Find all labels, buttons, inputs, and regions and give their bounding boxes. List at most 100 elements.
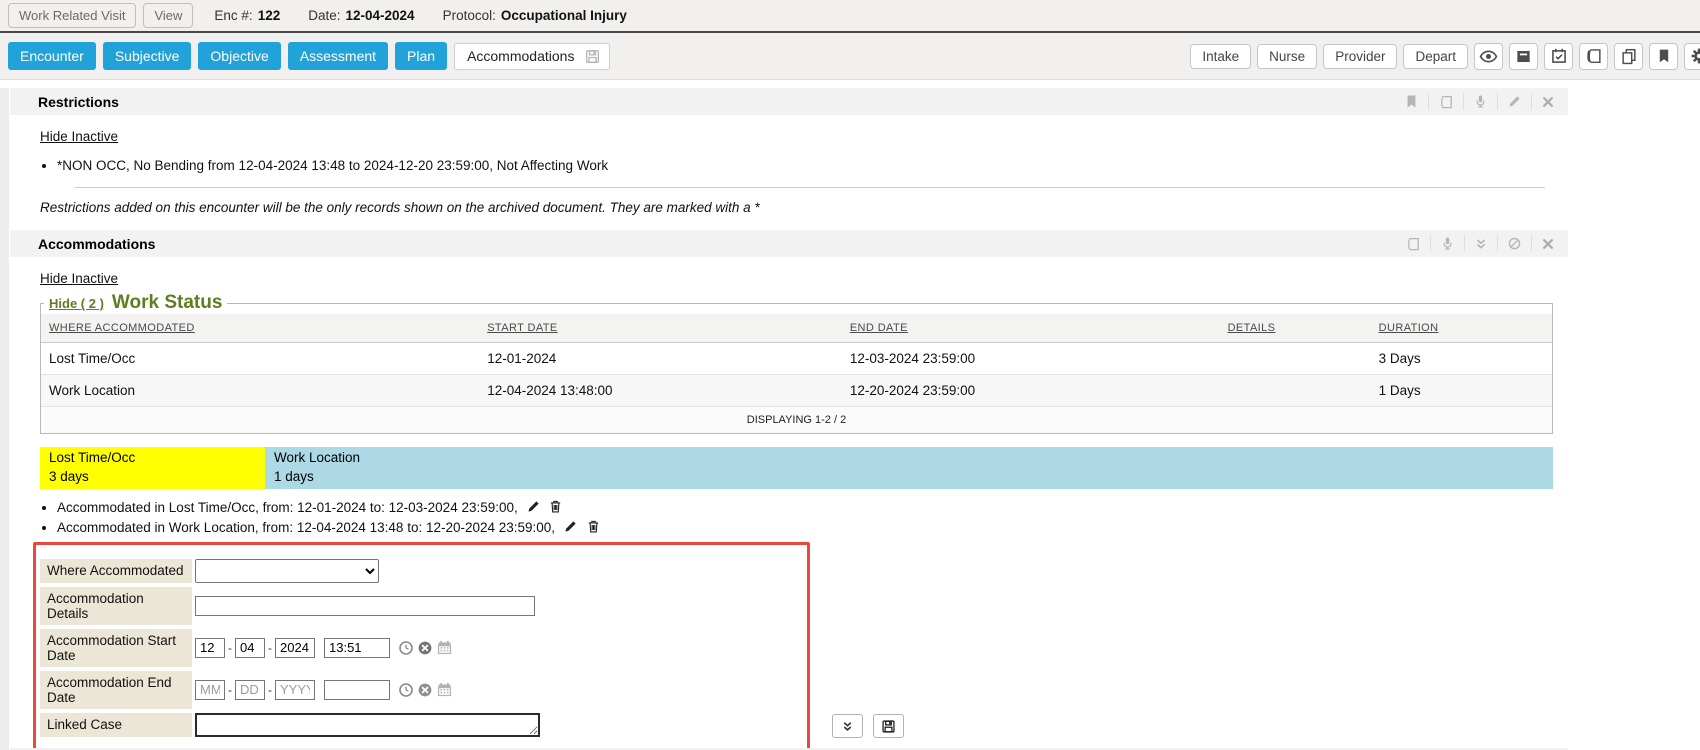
end-month-input[interactable]: [195, 680, 225, 700]
restrictions-title: Restrictions: [38, 94, 119, 110]
accommodation-details-label: Accommodation Details: [40, 587, 192, 625]
nurse-button[interactable]: Nurse: [1257, 44, 1317, 69]
tab-assessment[interactable]: Assessment: [288, 42, 388, 70]
tab-plan[interactable]: Plan: [395, 42, 447, 70]
date-separator: -: [268, 641, 272, 655]
form-row-start-date: Accommodation Start Date - -: [40, 629, 807, 667]
collapse-chevrons-icon[interactable]: [1464, 235, 1497, 252]
calendar-check-icon[interactable]: [1544, 43, 1573, 70]
table-row[interactable]: Work Location 12-04-2024 13:48:00 12-20-…: [41, 375, 1552, 407]
trash-delete-icon[interactable]: [548, 499, 563, 514]
timeline-segment-lost-time: Lost Time/Occ 3 days: [40, 447, 265, 489]
table-row[interactable]: Lost Time/Occ 12-01-2024 12-03-2024 23:5…: [41, 343, 1552, 375]
enc-date: Date:12-04-2024: [308, 8, 414, 23]
clear-circle-icon[interactable]: [417, 640, 433, 656]
restrictions-note: Restrictions added on this encounter wil…: [40, 200, 1700, 215]
start-day-input[interactable]: [235, 638, 265, 658]
start-year-input[interactable]: [275, 638, 315, 658]
tab-objective[interactable]: Objective: [198, 42, 280, 70]
linked-case-input[interactable]: [195, 713, 540, 737]
intake-button[interactable]: Intake: [1190, 44, 1251, 69]
copy-pages-icon[interactable]: [1614, 43, 1643, 70]
where-accommodated-select[interactable]: [195, 559, 379, 583]
work-status-hide-link[interactable]: Hide ( 2 ): [49, 296, 104, 311]
trash-delete-icon[interactable]: [586, 519, 601, 534]
accommodations-title: Accommodations: [38, 236, 155, 252]
col-duration[interactable]: DURATION: [1371, 314, 1552, 343]
paging-status: DISPLAYING 1-2 / 2: [41, 407, 1552, 434]
gear-icon[interactable]: [1684, 43, 1700, 70]
end-year-input[interactable]: [275, 680, 315, 700]
form-row-where: Where Accommodated: [40, 559, 807, 583]
divider: [75, 187, 1545, 188]
view-button[interactable]: View: [143, 3, 193, 28]
collapse-section-button[interactable]: [832, 714, 863, 738]
enc-number: Enc #:122: [214, 8, 280, 23]
end-day-input[interactable]: [235, 680, 265, 700]
table-cell: [1220, 343, 1371, 375]
start-month-input[interactable]: [195, 638, 225, 658]
calendar-picker-icon[interactable]: [436, 639, 453, 656]
form-row-end-date: Accommodation End Date - -: [40, 671, 807, 709]
microphone-icon[interactable]: [1430, 235, 1464, 252]
accommodation-details-input[interactable]: [195, 596, 535, 616]
list-item: Accommodated in Work Location, from: 12-…: [57, 519, 1700, 535]
close-icon[interactable]: [1531, 235, 1564, 252]
content-area: Restrictions Hide Inactive *NON OCC, No …: [0, 88, 1700, 750]
clock-icon[interactable]: [398, 682, 414, 698]
accommodations-header-icons: [1396, 230, 1564, 257]
floppy-save-icon[interactable]: [584, 48, 601, 65]
clock-icon[interactable]: [398, 640, 414, 656]
book-icon[interactable]: [1396, 235, 1430, 252]
table-cell: [1220, 375, 1371, 407]
archive-box-icon[interactable]: [1509, 43, 1538, 70]
start-time-input[interactable]: [324, 638, 390, 658]
end-date-label: Accommodation End Date: [40, 671, 192, 709]
table-cell: 12-01-2024: [479, 343, 842, 375]
restrictions-header-icons: [1395, 88, 1564, 115]
tab-subjective[interactable]: Subjective: [103, 42, 192, 70]
table-cell: 12-03-2024 23:59:00: [842, 343, 1220, 375]
eye-icon[interactable]: [1474, 43, 1503, 70]
table-footer-row: DISPLAYING 1-2 / 2: [41, 407, 1552, 434]
soap-tabs: Encounter Subjective Objective Assessmen…: [8, 42, 610, 70]
encounter-header-bar: Work Related Visit View Enc #:122 Date:1…: [0, 0, 1700, 33]
save-section-button[interactable]: [873, 714, 904, 738]
restrictions-section-header: Restrictions: [10, 88, 1568, 115]
book-icon[interactable]: [1579, 43, 1608, 70]
col-start-date[interactable]: START DATE: [479, 314, 842, 343]
pencil-edit-icon[interactable]: [563, 519, 578, 534]
restrictions-hide-inactive-link[interactable]: Hide Inactive: [40, 129, 118, 144]
calendar-picker-icon[interactable]: [436, 681, 453, 698]
col-details[interactable]: DETAILS: [1220, 314, 1371, 343]
tab-encounter[interactable]: Encounter: [8, 42, 96, 70]
bookmark-icon[interactable]: [1649, 43, 1678, 70]
bookmark-icon[interactable]: [1395, 93, 1428, 110]
work-status-table: WHERE ACCOMMODATED START DATE END DATE D…: [41, 314, 1552, 433]
accommodations-hide-inactive-link[interactable]: Hide Inactive: [40, 271, 118, 286]
end-time-input[interactable]: [324, 680, 390, 700]
close-icon[interactable]: [1531, 93, 1564, 110]
left-gutter: [0, 88, 9, 750]
start-date-label: Accommodation Start Date: [40, 629, 192, 667]
tab-accommodations-active[interactable]: Accommodations: [454, 43, 610, 70]
clear-circle-icon[interactable]: [417, 682, 433, 698]
accommodation-timeline: Lost Time/Occ 3 days Work Location 1 day…: [40, 447, 1553, 489]
table-cell: 12-04-2024 13:48:00: [479, 375, 842, 407]
date-separator: -: [268, 683, 272, 697]
depart-button[interactable]: Depart: [1403, 44, 1468, 69]
microphone-icon[interactable]: [1463, 93, 1497, 110]
soap-navbar: Encounter Subjective Objective Assessmen…: [0, 33, 1700, 80]
disable-icon[interactable]: [1497, 235, 1531, 252]
encounter-meta: Enc #:122 Date:12-04-2024 Protocol:Occup…: [214, 8, 654, 23]
col-where-accommodated[interactable]: WHERE ACCOMMODATED: [41, 314, 479, 343]
provider-button[interactable]: Provider: [1323, 44, 1397, 69]
pencil-edit-icon[interactable]: [526, 499, 541, 514]
col-end-date[interactable]: END DATE: [842, 314, 1220, 343]
accommodation-entries: Accommodated in Lost Time/Occ, from: 12-…: [0, 499, 1700, 535]
work-status-fieldset: Hide ( 2 ) Work Status WHERE ACCOMMODATE…: [40, 292, 1553, 434]
book-icon[interactable]: [1428, 93, 1463, 110]
enc-protocol: Protocol:Occupational Injury: [443, 8, 627, 23]
pencil-icon[interactable]: [1497, 93, 1531, 110]
work-related-visit-button[interactable]: Work Related Visit: [8, 3, 136, 28]
